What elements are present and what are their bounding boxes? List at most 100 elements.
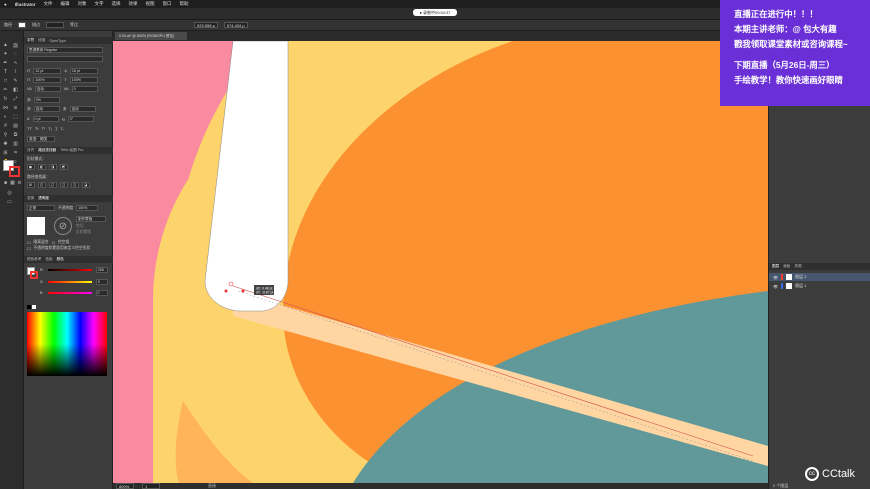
selection-tool-icon[interactable]: ▲ [3,43,8,48]
mask-thumbnail[interactable] [27,217,45,235]
graph-tool-icon[interactable]: ▥ [13,142,18,147]
document-tab[interactable]: 0.00.ai* @ 800% (RGB/GPU 预览) [115,32,187,40]
blend-mode-select[interactable]: 正常 [27,205,55,211]
clip-checkbox[interactable]: 剪切 [76,224,84,229]
make-mask-button[interactable]: 制作蒙版 [76,216,106,222]
line-tool-icon[interactable]: / [13,70,18,75]
g-field[interactable]: 0 [95,279,108,285]
tab-layers[interactable]: 图层 [772,264,779,269]
tab-transform[interactable]: 变换 [27,196,34,201]
merge-icon[interactable]: ◱ [49,182,57,188]
screen-mode-icon[interactable]: ▭ [7,200,12,205]
stroke-color-icon[interactable] [9,166,20,177]
handle-point-1[interactable] [224,289,228,293]
font-size-field[interactable]: 12 pt [33,68,62,74]
curvature-icon[interactable]: ∿ [13,61,18,66]
tab-color-guide[interactable]: 颜色参考 [27,257,41,262]
color-spectrum[interactable] [27,312,107,376]
tab-character[interactable]: 字符 [27,38,34,43]
divide-icon[interactable]: ⊞ [27,182,35,188]
pencil-tool-icon[interactable]: ✏ [3,88,8,93]
direct-selection-tool-icon[interactable]: △ [13,43,18,48]
superscript-icon[interactable]: T¹ [41,126,45,131]
symbol-sprayer-icon[interactable]: ✺ [3,142,8,147]
live-promo-banner[interactable]: 直播正在进行中！！！ 本期主讲老师：@ 包大有趣 戳我领取课堂素材或咨询课程~ … [720,0,870,106]
menu-app-name[interactable]: Illustrator [15,2,36,7]
zoom-field[interactable]: 800% [116,483,134,489]
artboard-canvas[interactable]: dX: 0.48 pt dY: -0.67 pt [113,41,768,483]
menu-select[interactable]: 选择 [111,1,120,7]
layer-name[interactable]: 图层 2 [795,274,806,280]
font-family-select[interactable]: 思源黑体 Regular [27,47,103,53]
baseline-shift-field[interactable]: 0 pt [32,116,59,122]
crop-icon[interactable]: ◲ [60,182,68,188]
menu-help[interactable]: 帮助 [179,1,188,7]
leading-field[interactable]: 18 pt [69,68,98,74]
tab-artboards[interactable]: 画板 [783,264,790,269]
eyedropper-icon[interactable]: ⚲ [3,133,8,138]
layer-name[interactable]: 图层 1 [795,283,806,289]
page-field[interactable]: 1 [142,483,160,489]
menu-window[interactable]: 窗口 [162,1,171,7]
warp-tool-icon[interactable]: ≋ [13,106,18,111]
pen-tool-icon[interactable]: ✒ [3,61,8,66]
tab-pathfinder[interactable]: 路径查找器 [38,148,56,153]
exclude-icon[interactable]: ◩ [60,164,68,170]
menu-type[interactable]: 文字 [94,1,103,7]
white-swatch[interactable] [32,305,36,309]
eye-icon[interactable]: 👁 [773,275,778,280]
opacity-field[interactable]: 100% [76,205,99,211]
tab-opentype[interactable]: OpenType [49,39,66,43]
black-swatch[interactable] [27,305,31,309]
b-field[interactable]: 0 [95,290,108,296]
x-field[interactable]: 925.558 p [194,22,218,28]
rectangle-tool-icon[interactable]: □ [3,79,8,84]
r-slider[interactable] [48,269,92,271]
char-rotation-field[interactable]: 0° [67,116,94,122]
gradient-tool-icon[interactable]: ▤ [13,124,18,129]
g-slider[interactable] [48,281,92,283]
stroke-weight-field[interactable] [46,22,64,28]
none-mode-icon[interactable]: ⊘ [17,181,22,186]
eye-icon[interactable]: 👁 [773,284,778,289]
lasso-icon[interactable]: ◌ [13,52,18,57]
color-mode-icon[interactable]: ■ [3,181,8,186]
eraser-tool-icon[interactable]: ◧ [13,88,18,93]
perspective-icon[interactable]: ⬚ [13,115,18,120]
trim-icon[interactable]: ◰ [38,182,46,188]
rotate-tool-icon[interactable]: ↻ [3,97,8,102]
artwork[interactable]: dX: 0.48 pt dY: -0.67 pt [113,41,768,483]
slice-tool-icon[interactable]: ⌗ [13,151,18,156]
blend-tool-icon[interactable]: ⧉ [13,133,18,138]
strikethrough-icon[interactable]: T̶ [60,126,62,131]
kerning-field[interactable]: 自动 [34,86,61,92]
fill-swatch[interactable] [18,22,26,28]
recording-pill[interactable]: ● 录制中00:54:37 [413,9,457,16]
aki-right-field[interactable]: 自动 [69,106,96,112]
tracking-field[interactable]: 0 [71,86,98,92]
apple-icon[interactable]: ● [4,2,7,7]
small-caps-icon[interactable]: Tt [35,126,39,131]
unite-icon[interactable]: ◼ [27,164,35,170]
invert-mask-checkbox[interactable]: 反相蒙版 [76,230,91,235]
language-select[interactable]: 英语：美国 [27,136,55,142]
tab-transparency[interactable]: 透明度 [38,196,49,201]
tab-assets[interactable]: 资源 [794,264,801,269]
horizontal-scale-field[interactable]: 100% [33,77,62,83]
artboard-tool-icon[interactable]: ⊞ [3,151,8,156]
menu-file[interactable]: 文件 [43,1,52,7]
intersect-icon[interactable]: ◨ [49,164,57,170]
underline-icon[interactable]: T̲ [55,126,57,131]
r-field[interactable]: 255 [95,267,108,273]
gradient-mode-icon[interactable]: ▦ [10,181,15,186]
b-slider[interactable] [48,292,92,294]
tab-plugin[interactable]: Ttfiilx 绘图 Pro [60,148,83,153]
all-caps-icon[interactable]: TT [27,126,32,131]
subscript-icon[interactable]: T₁ [48,126,52,131]
tsume-field[interactable]: 0% [33,97,60,103]
outline-icon[interactable]: ◳ [71,182,79,188]
handle-point-2[interactable] [241,289,245,293]
tab-align[interactable]: 对齐 [27,148,34,153]
tab-paragraph[interactable]: 段落 [38,38,45,43]
color-stroke-icon[interactable] [30,271,38,279]
